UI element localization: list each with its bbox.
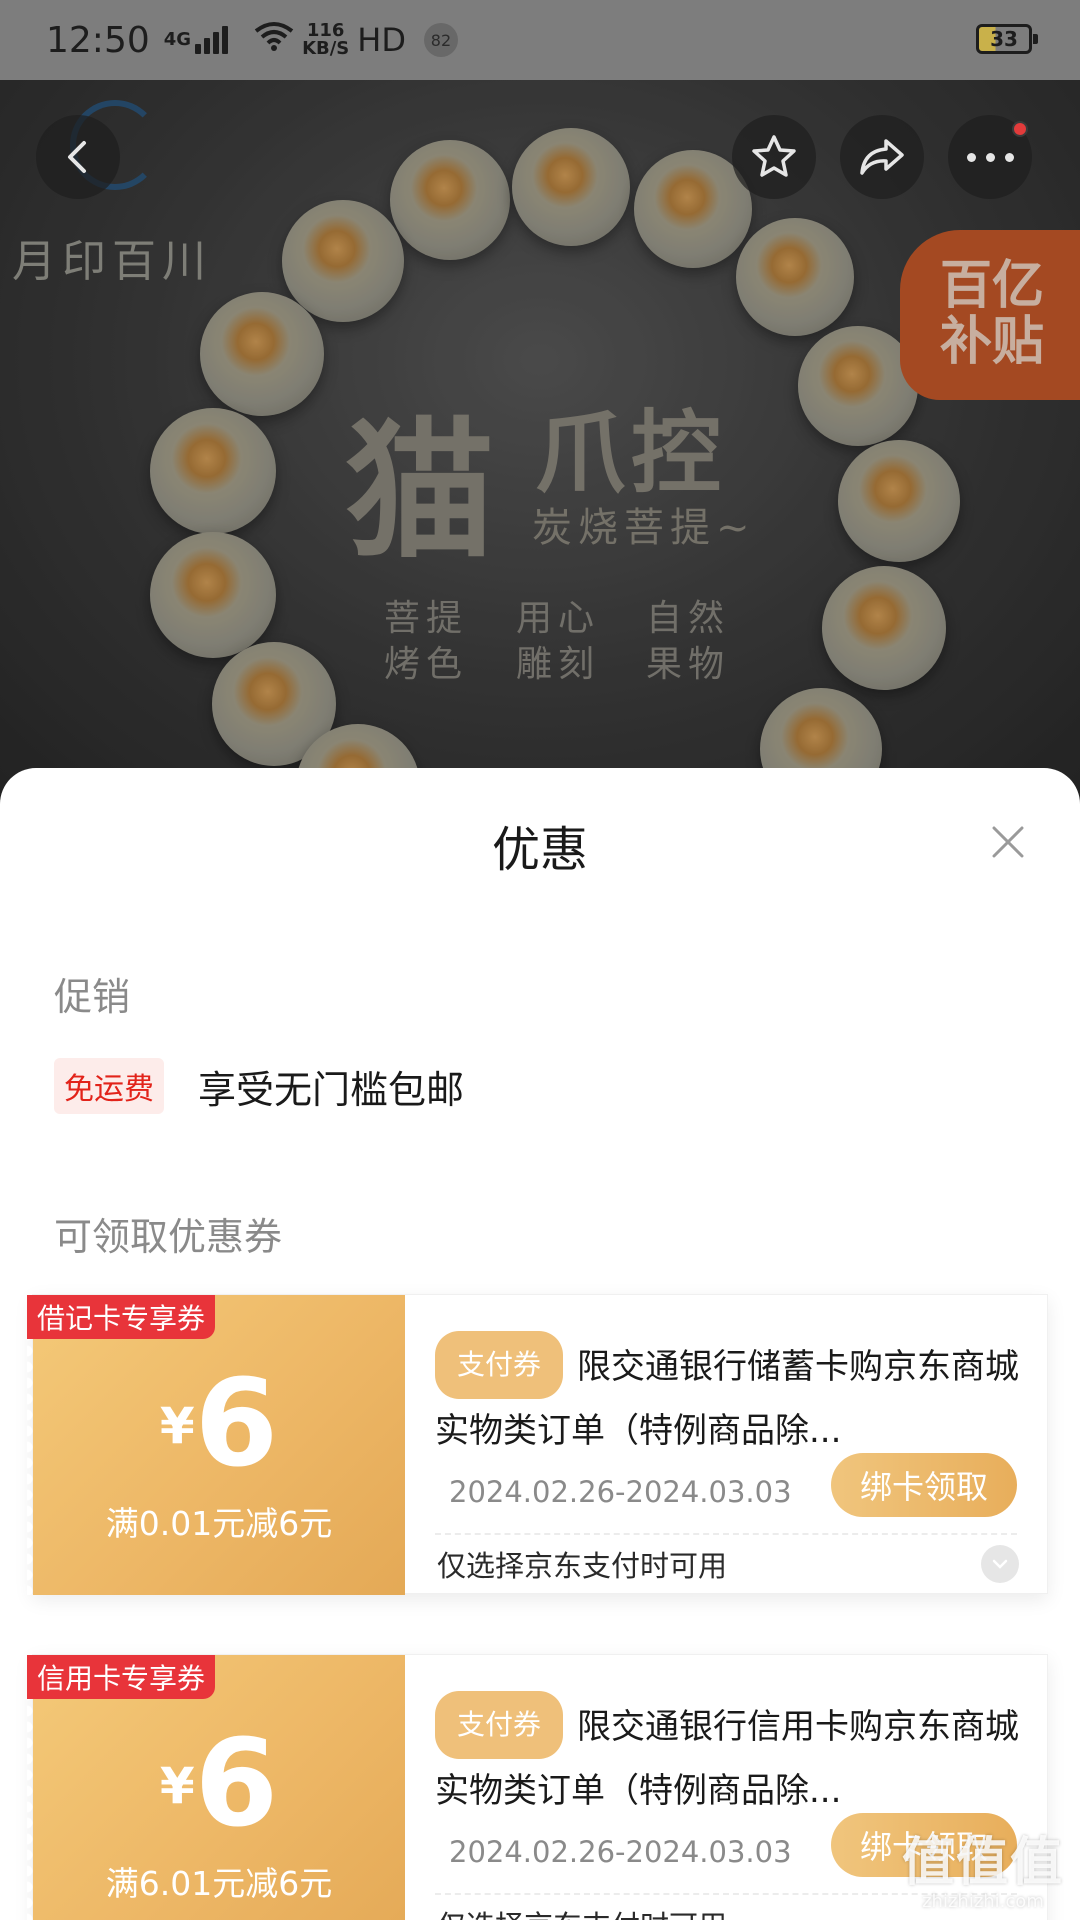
close-button[interactable] bbox=[986, 820, 1030, 864]
signal-icon bbox=[195, 26, 229, 54]
status-bar: 12:50 4G 116 KB/S HD 82 33 bbox=[0, 0, 1080, 80]
watermark-logo: 值值值 bbox=[901, 1833, 1064, 1893]
wifi-icon bbox=[254, 20, 294, 60]
coupon-card: 借记卡专享券 ¥6 满0.01元减6元 支付券 限交通银行储蓄卡购京东商城实物类订… bbox=[27, 1294, 1048, 1595]
overlay-dim[interactable] bbox=[0, 0, 1080, 800]
site-watermark: 值值值 zhizhizhi.com bbox=[902, 1820, 1064, 1912]
screen: 月印百川 猫 爪控 炭烧菩提~ 菩提 烤色 用心 雕刻 自然 果物 百亿 补贴 … bbox=[0, 0, 1080, 1920]
coupon-amount: ¥6 bbox=[33, 1715, 405, 1854]
share-icon bbox=[860, 139, 904, 175]
network-type: 4G bbox=[163, 29, 192, 50]
free-shipping-tag: 免运费 bbox=[54, 1058, 164, 1114]
coupon-amount: ¥6 bbox=[33, 1355, 405, 1494]
favorite-button[interactable] bbox=[732, 115, 816, 199]
promo-row: 免运费 享受无门槛包邮 bbox=[54, 1058, 464, 1114]
sheet-title: 优惠 bbox=[491, 822, 588, 878]
more-button[interactable] bbox=[948, 115, 1032, 199]
coupon-ribbon: 借记卡专享券 bbox=[27, 1295, 216, 1339]
coupon-note: 仅选择京东支付时可用 bbox=[437, 1549, 728, 1583]
coupon-type-tag: 支付券 bbox=[435, 1331, 564, 1399]
bind-card-claim-button[interactable]: 绑卡领取 bbox=[831, 1453, 1017, 1517]
coupon-note: 仅选择京东支付时可用 bbox=[437, 1903, 727, 1920]
coupon-card: 信用卡专享券 ¥6 满6.01元减6元 支付券 限交通银行信用卡购京东商城实物类订… bbox=[27, 1654, 1048, 1920]
coupon-value-panel: 信用卡专享券 ¥6 满6.01元减6元 bbox=[27, 1655, 405, 1920]
chevron-left-icon bbox=[68, 141, 86, 173]
coupon-validity: 2024.02.26-2024.03.03 bbox=[449, 1835, 792, 1869]
status-time: 12:50 bbox=[46, 19, 150, 61]
coupon-section-title: 可领取优惠券 bbox=[54, 1215, 283, 1259]
chevron-down-icon bbox=[992, 1559, 1008, 1569]
coupon-validity: 2024.02.26-2024.03.03 bbox=[449, 1475, 792, 1509]
battery-icon: 33 bbox=[976, 24, 1038, 54]
product-hero-image: 月印百川 猫 爪控 炭烧菩提~ 菩提 烤色 用心 雕刻 自然 果物 百亿 补贴 bbox=[0, 0, 1080, 800]
offers-sheet: 优惠 促销 免运费 享受无门槛包邮 可领取优惠券 借记卡专享券 ¥6 满0.01… bbox=[0, 768, 1080, 1920]
expand-button[interactable] bbox=[981, 1545, 1019, 1583]
coupon-description: 支付券 限交通银行信用卡购京东商城实物类订单（特例商品除... bbox=[435, 1691, 1019, 1819]
hd-indicator: HD bbox=[357, 21, 406, 59]
coupon-condition: 满6.01元减6元 bbox=[105, 1864, 333, 1903]
currency-symbol: ¥ bbox=[159, 1397, 195, 1455]
coupon-value-panel: 借记卡专享券 ¥6 满0.01元减6元 bbox=[27, 1295, 405, 1595]
unread-dot bbox=[1012, 121, 1028, 137]
more-dots-icon bbox=[966, 152, 1014, 162]
star-icon bbox=[752, 135, 796, 177]
coupon-description: 支付券 限交通银行储蓄卡购京东商城实物类订单（特例商品除... bbox=[435, 1331, 1019, 1459]
speed-unit: KB/S bbox=[302, 38, 350, 59]
notification-count-badge: 82 bbox=[423, 23, 458, 57]
coupon-amount-value: 6 bbox=[194, 1715, 279, 1854]
promo-text: 享受无门槛包邮 bbox=[198, 1067, 465, 1112]
back-button[interactable] bbox=[36, 115, 120, 199]
coupon-ribbon: 信用卡专享券 bbox=[27, 1655, 216, 1699]
network-speed: 116 KB/S bbox=[302, 22, 349, 58]
coupon-divider bbox=[435, 1533, 1017, 1535]
watermark-url: zhizhizhi.com bbox=[922, 1891, 1044, 1912]
coupon-amount-value: 6 bbox=[194, 1355, 279, 1494]
share-button[interactable] bbox=[840, 115, 924, 199]
close-icon bbox=[992, 826, 1024, 858]
currency-symbol: ¥ bbox=[159, 1757, 195, 1815]
coupon-condition: 满0.01元减6元 bbox=[105, 1504, 333, 1543]
promo-section-title: 促销 bbox=[54, 975, 131, 1019]
coupon-type-tag: 支付券 bbox=[435, 1691, 564, 1759]
